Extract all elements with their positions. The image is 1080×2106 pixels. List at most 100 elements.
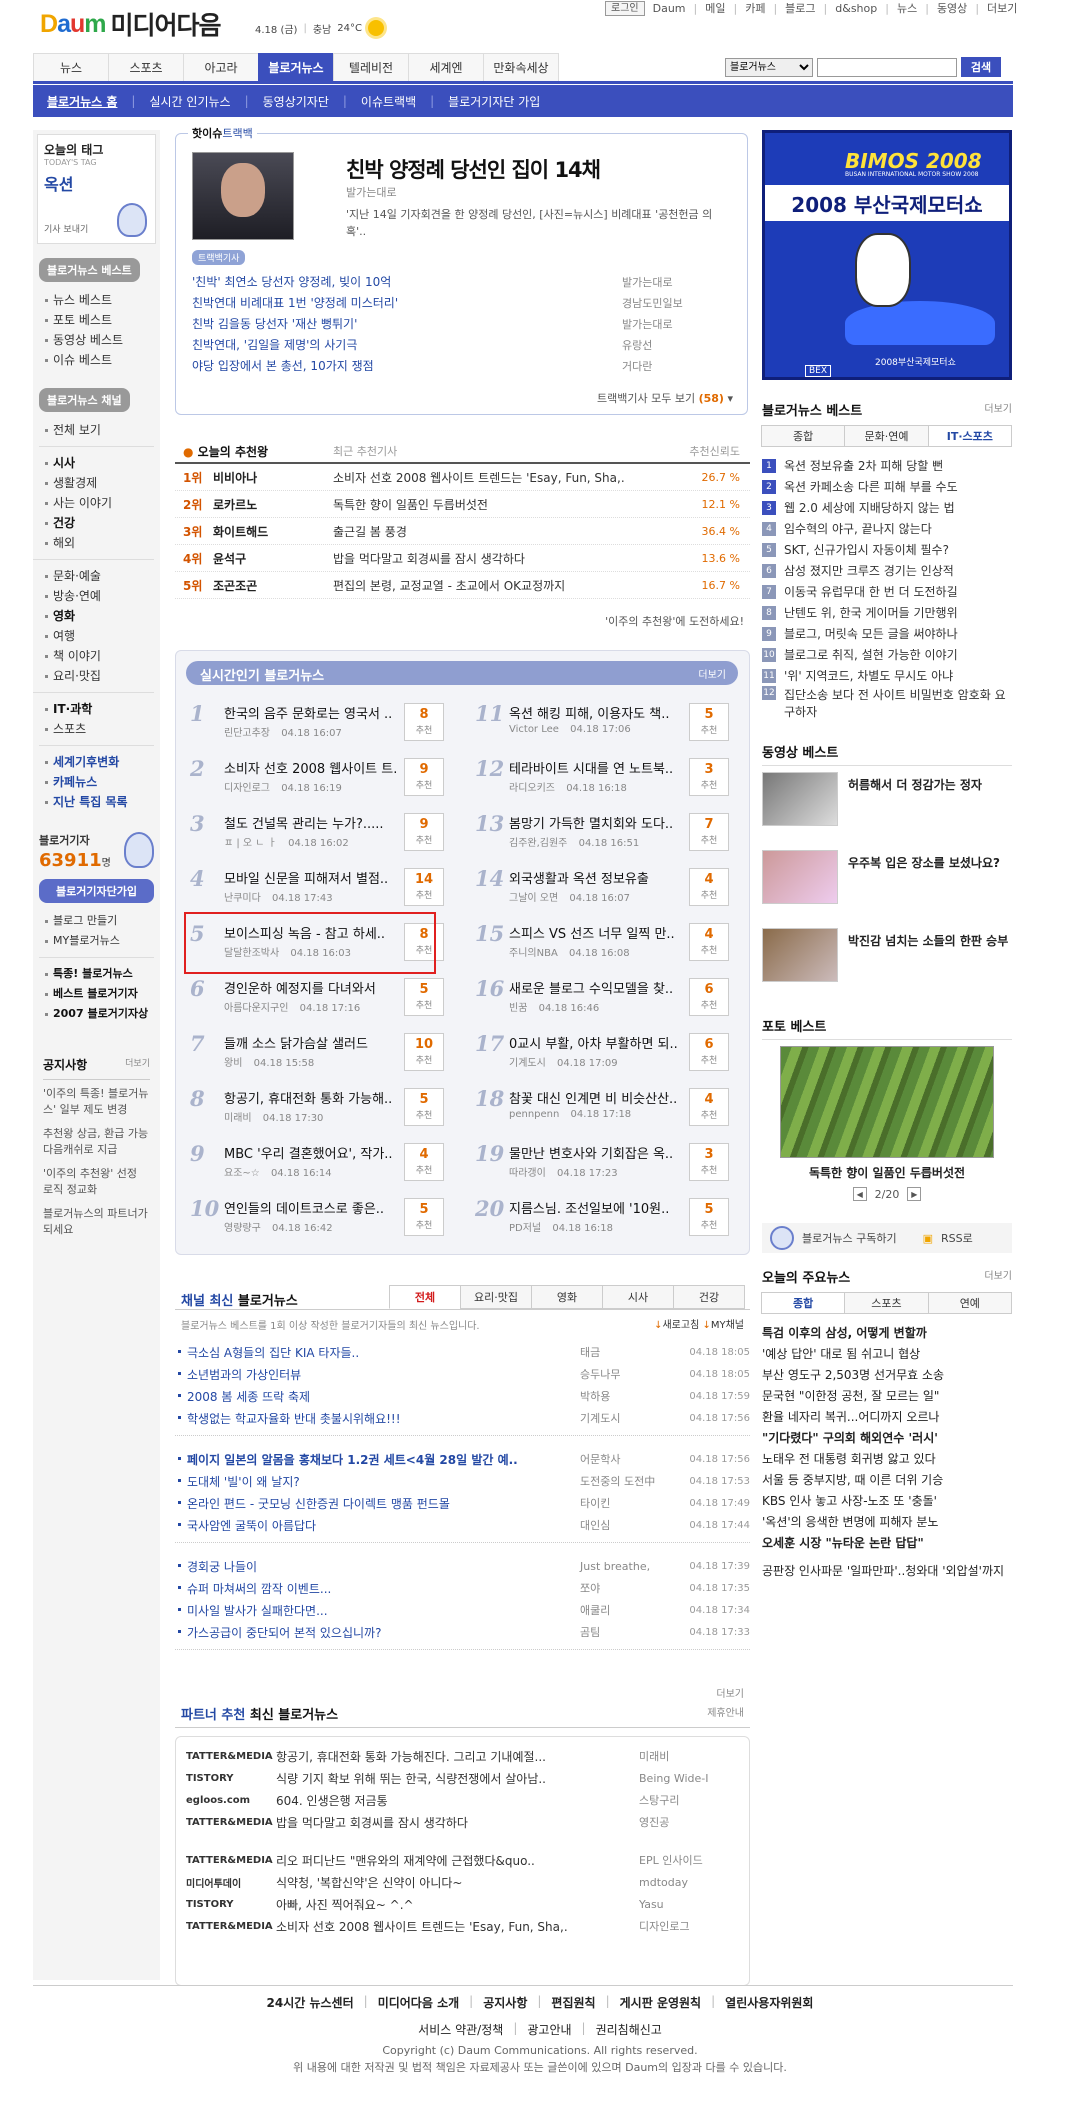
partner-news-writer[interactable]: 스탕구리 xyxy=(639,1792,739,1808)
challenge-link[interactable]: '이주의 추천왕'에 도전하세요! xyxy=(175,613,750,629)
realtime-title[interactable]: 0교시 부활, 아차 부활하면 되.. xyxy=(509,1033,681,1052)
subnav-realtime[interactable]: 실시간 인기뉴스 xyxy=(149,93,230,110)
channel-news-title[interactable]: 학생없는 학교자율화 반대 촛불시위해요!!! xyxy=(175,1410,580,1427)
recommend-badge[interactable]: 5 추천 xyxy=(404,978,444,1016)
video-item[interactable]: 우주복 입은 장소를 보셨나요? xyxy=(762,850,1012,922)
main-news-title[interactable]: 공판장 인사파문 '일파만파'..청와대 '외압설'까지 xyxy=(762,1562,1004,1579)
channel-news-title[interactable]: 도대체 '빌'이 왜 날지? xyxy=(175,1473,580,1490)
main-news-title[interactable]: 특검 이후의 삼성, 어떻게 변할까 xyxy=(762,1324,927,1341)
best-news-link[interactable]: 뉴스 베스트 xyxy=(39,290,140,310)
rank-user[interactable]: 화이트해드 xyxy=(213,523,333,540)
notice-item[interactable]: '이주의 특종! 블로거뉴스' 일부 제도 변경 xyxy=(43,1086,150,1118)
refresh-link[interactable]: 새로고침 xyxy=(662,1320,699,1331)
realtime-author[interactable]: 영량량구 xyxy=(224,1223,261,1234)
partner-news-writer[interactable]: Being Wide-I xyxy=(639,1772,739,1785)
realtime-item[interactable]: 14 외국생활과 옥션 정보유출 그날이 오면 04.18 16:07 4 추천 xyxy=(469,864,731,920)
trackback-title[interactable]: '친박' 최연소 당선자 양정례, 빚이 10억 xyxy=(192,273,391,290)
main-news-title[interactable]: KBS 인사 놓고 사장-노조 또 '충돌' xyxy=(762,1492,937,1509)
channel-tab[interactable]: 전체 xyxy=(389,1285,461,1309)
rank-article[interactable]: 독특한 향이 일품인 두릅버섯전 xyxy=(333,496,680,513)
realtime-item[interactable]: 3 철도 건널목 관리는 누가?..... ㅍ | 오 ㄴ ㅏ 04.18 16:0… xyxy=(184,809,446,865)
rank-user[interactable]: 윤석구 xyxy=(213,550,333,567)
realtime-author[interactable]: pennpenn xyxy=(509,1109,559,1120)
tab-television[interactable]: 텔레비전 xyxy=(333,53,409,81)
subnav-video[interactable]: 동영상기자단 xyxy=(263,93,329,110)
footer-link[interactable]: 광고안내 xyxy=(527,2021,571,2038)
top-link[interactable]: Daum xyxy=(653,2,686,15)
realtime-title[interactable]: 새로운 블로그 수익모델을 찾.. xyxy=(509,978,681,997)
realtime-author[interactable]: 아름다운지구인 xyxy=(224,1003,288,1014)
realtime-author[interactable]: 요조~☆ xyxy=(224,1168,260,1179)
top-link[interactable]: 블로그 xyxy=(785,0,815,16)
footer-link[interactable]: 서비스 약관/정책 xyxy=(418,2021,503,2038)
best-item-title[interactable]: 집단소송 보다 전 사이트 비밀번호 암호화 요구하자 xyxy=(784,686,1012,720)
realtime-item[interactable]: 16 새로운 블로그 수익모델을 찾.. 빈꿈 04.18 16:46 6 추천 xyxy=(469,974,731,1030)
best-photo-link[interactable]: 포토 베스트 xyxy=(39,310,140,330)
realtime-author[interactable]: 그날이 오면 xyxy=(509,893,558,904)
recommend-badge[interactable]: 5 추천 xyxy=(689,1198,729,1236)
main-news-tab[interactable]: 스포츠 xyxy=(844,1292,929,1314)
channel-link[interactable]: 책 이야기 xyxy=(39,646,154,666)
realtime-item[interactable]: 20 지름스님. 조선일보에 '10원.. PD저널 04.18 16:18 5 추천 xyxy=(469,1194,731,1250)
realtime-item[interactable]: 13 봄망기 가득한 멸치회와 도다.. 김주완,김원주 04.18 16:51 7 추… xyxy=(469,809,731,865)
best-video-link[interactable]: 동영상 베스트 xyxy=(39,330,140,350)
recommend-badge[interactable]: 9 추천 xyxy=(404,758,444,796)
realtime-title[interactable]: MBC '우리 결혼했어요', 작가.. xyxy=(224,1143,396,1162)
channel-news-writer[interactable]: 애쿨리 xyxy=(580,1602,680,1618)
footer-link[interactable]: 미디어다음 소개 xyxy=(378,1994,459,2011)
trackback-title[interactable]: 친박 김을동 당선자 '재산 뻥튀기' xyxy=(192,315,357,332)
right-best-more[interactable]: 더보기 xyxy=(984,400,1012,419)
rank-user[interactable]: 비비아나 xyxy=(213,469,333,486)
realtime-item[interactable]: 8 항공기, 휴대전화 통화 가능해.. 미래비 04.18 17:30 5 추천 xyxy=(184,1084,446,1140)
channel-news-title[interactable]: 미사일 발사가 실패한다면... xyxy=(175,1602,580,1619)
best-item-title[interactable]: 웹 2.0 세상에 지배당하지 않는 법 xyxy=(784,499,955,516)
realtime-item[interactable]: 10 연인들의 데이트코스로 좋은.. 영량량구 04.18 16:42 5 추천 xyxy=(184,1194,446,1250)
realtime-title[interactable]: 외국생활과 옥션 정보유출 xyxy=(509,868,681,887)
video-title[interactable]: 박진감 넘치는 소들의 한판 승부 xyxy=(848,932,1008,949)
realtime-item[interactable]: 6 경인운하 예정지를 다녀와서 아름다운지구인 04.18 17:16 5 추천 xyxy=(184,974,446,1030)
realtime-item[interactable]: 2 소비자 선호 2008 웹사이트 트.. 디자인로그 04.18 16:19 9 추… xyxy=(184,754,446,810)
channel-news-writer[interactable]: Just breathe, xyxy=(580,1560,680,1573)
special-link[interactable]: 지난 특집 목록 xyxy=(39,792,154,812)
channel-news-writer[interactable]: 승두나무 xyxy=(580,1366,680,1382)
footer-link[interactable]: 권리침해신고 xyxy=(596,2021,662,2038)
top-link[interactable]: 뉴스 xyxy=(897,0,917,16)
channel-link[interactable]: 방송·연예 xyxy=(39,586,154,606)
recommend-badge[interactable]: 5 추천 xyxy=(404,1198,444,1236)
best-item-title[interactable]: 블로그, 머릿속 모든 글을 써야하나 xyxy=(784,625,958,642)
channel-news-title[interactable]: 2008 봄 세종 뜨락 축제 xyxy=(175,1388,580,1405)
realtime-item[interactable]: 1 한국의 음주 문화로는 영국서 .. 린단고추장 04.18 16:07 8 추천 xyxy=(184,699,446,755)
realtime-item[interactable]: 11 옥션 해킹 피해, 이용자도 책.. Victor Lee 04.18 17:… xyxy=(469,699,731,755)
video-item[interactable]: 허름해서 더 정감가는 정자 xyxy=(762,772,1012,844)
recommend-badge[interactable]: 10 추천 xyxy=(404,1033,444,1071)
partner-news-title[interactable]: 리오 퍼디난드 "맨유와의 재계약에 근접했다&quo.. xyxy=(276,1852,639,1869)
realtime-author[interactable]: 빈꿈 xyxy=(509,1003,527,1014)
subnav-home[interactable]: 블로거뉴스 홈 xyxy=(47,93,117,110)
channel-news-title[interactable]: 가스공급이 중단되어 본적 있으십니까? xyxy=(175,1624,580,1641)
channel-news-writer[interactable]: 대인심 xyxy=(580,1517,680,1533)
subnav-issue[interactable]: 이슈트랙백 xyxy=(361,93,416,110)
channel-tab[interactable]: 영화 xyxy=(531,1285,603,1309)
best-item-title[interactable]: '위' 지역코드, 차별도 무시도 아냐 xyxy=(784,667,953,684)
partner-news-title[interactable]: 소비자 선호 2008 웹사이트 트렌드는 'Esay, Fun, Sha,. xyxy=(276,1918,639,1935)
main-news-title[interactable]: '예상 답안' 대로 됨 쉬고니 협상 xyxy=(762,1345,920,1362)
my-bloggernews-link[interactable]: MY블로거뉴스 xyxy=(39,931,154,951)
partner-news-writer[interactable]: mdtoday xyxy=(639,1876,739,1889)
rss-link[interactable]: RSS로 xyxy=(941,1230,973,1246)
photo-caption[interactable]: 독특한 향이 일품인 두릅버섯전 xyxy=(762,1164,1012,1181)
realtime-item[interactable]: 7 들깨 소스 닭가슴살 샐러드 왕비 04.18 15:58 10 추천 xyxy=(184,1029,446,1085)
channel-news-title[interactable]: 소년범과의 가상인터뷰 xyxy=(175,1366,580,1383)
realtime-author[interactable]: 디자인로그 xyxy=(224,783,270,794)
prev-arrow-icon[interactable]: ◀ xyxy=(852,1187,867,1201)
top-link[interactable]: d&shop xyxy=(835,2,877,15)
search-scope-select[interactable]: 블로거뉴스 xyxy=(725,57,813,77)
realtime-title[interactable]: 한국의 음주 문화로는 영국서 .. xyxy=(224,703,396,722)
top-link[interactable]: 더보기 xyxy=(987,0,1017,16)
main-news-more[interactable]: 더보기 xyxy=(984,1267,1012,1286)
channel-news-title[interactable]: 페이지 일본의 알몸을 홍채보다 1.2권 세트<4월 28일 발간 예.. xyxy=(175,1451,580,1468)
main-news-title[interactable]: "기다렸다" 구의회 해외연수 '러시' xyxy=(762,1429,938,1446)
realtime-title[interactable]: 연인들의 데이트코스로 좋은.. xyxy=(224,1198,396,1217)
channel-news-writer[interactable]: 타이킨 xyxy=(580,1495,680,1511)
video-title[interactable]: 우주복 입은 장소를 보셨나요? xyxy=(848,854,1000,871)
realtime-item[interactable]: 19 물만난 변호사와 기회잡은 옥.. 따라갱이 04.18 17:23 3 추천 xyxy=(469,1139,731,1195)
